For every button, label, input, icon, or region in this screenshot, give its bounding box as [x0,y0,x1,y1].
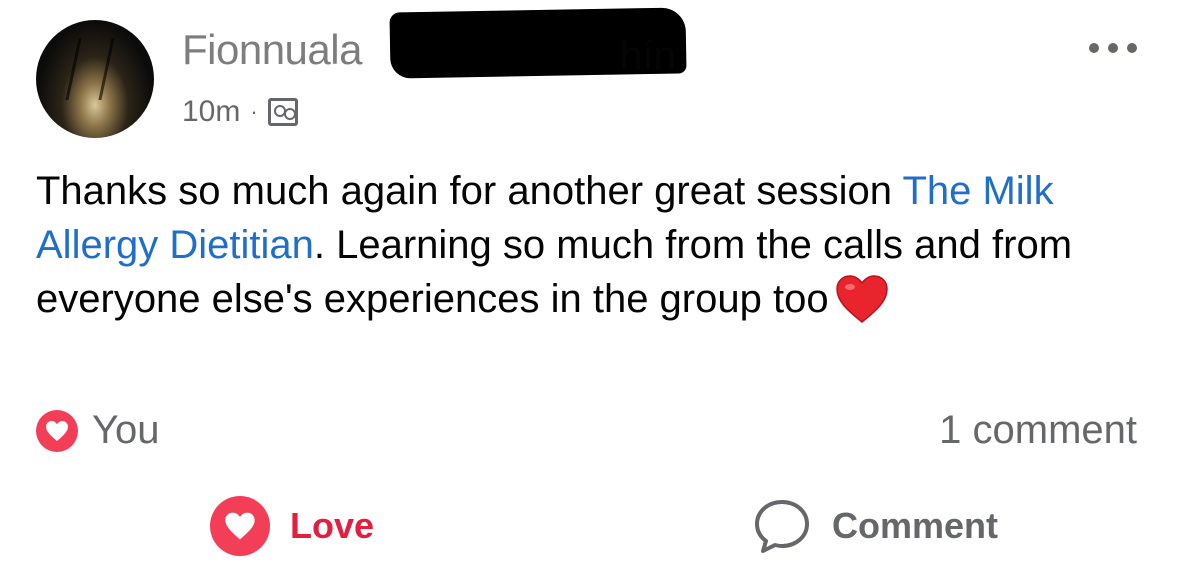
comment-bubble-icon [755,500,809,553]
more-dot-icon [1127,43,1137,53]
author-name-suffix[interactable]: hín [620,34,676,78]
post-text-start: Thanks so much again for another great s… [36,169,903,213]
love-button[interactable]: Love [210,496,374,556]
meta-separator: · [250,99,258,124]
comment-count[interactable]: 1 comment [939,408,1137,453]
more-dot-icon [1108,43,1118,53]
post-text: Thanks so much again for another great s… [36,164,1146,338]
post-timestamp[interactable]: 10m [182,95,240,129]
feed-post: Fionnuala hín 10m · Thanks so much again… [0,0,1179,567]
more-dot-icon [1089,43,1099,53]
post-meta: 10m · [182,92,298,132]
comment-button[interactable]: Comment [752,496,998,556]
author-name[interactable]: Fionnuala [182,26,362,74]
avatar-figure [65,38,115,100]
group-icon [267,98,298,126]
reaction-summary[interactable]: You [36,408,160,453]
reaction-label: You [92,408,160,452]
love-heart-icon [210,496,270,556]
more-options-button[interactable] [1089,30,1137,66]
love-button-label: Love [290,505,375,546]
red-heart-emoji [835,274,889,338]
author-avatar[interactable] [36,20,154,138]
comment-button-label: Comment [832,505,999,546]
heart-icon [36,409,78,452]
